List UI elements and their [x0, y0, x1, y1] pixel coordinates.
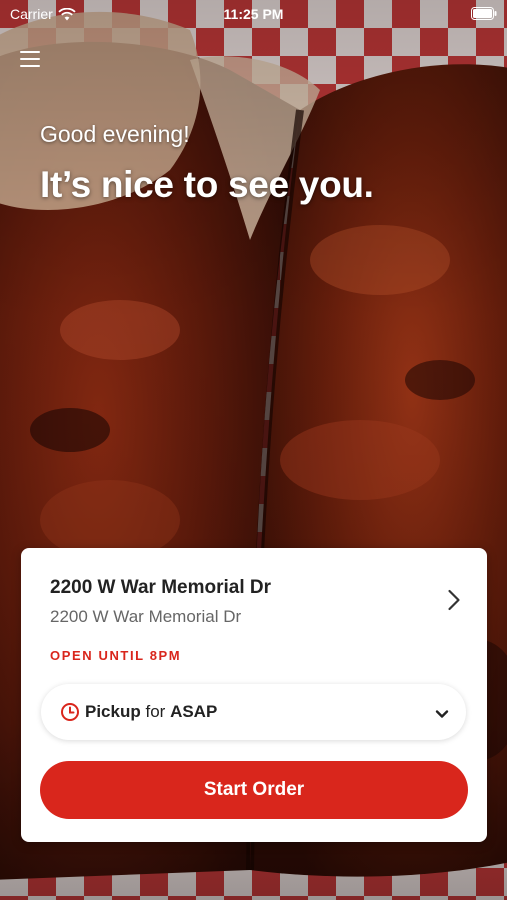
store-address: 2200 W War Memorial Dr: [50, 607, 242, 626]
order-mode-connector: for: [145, 702, 166, 721]
order-time-label: ASAP: [170, 702, 218, 721]
app-screen: Carrier 11:25 PM Good evening! It’s nice…: [0, 0, 507, 900]
status-time: 11:25 PM: [223, 6, 284, 22]
order-mode-label: Pickup: [85, 702, 141, 721]
welcome-headline: It’s nice to see you.: [40, 164, 374, 205]
order-mode-text: Pickup for ASAP: [85, 702, 217, 722]
battery-icon: [471, 7, 497, 20]
clock-icon: [60, 702, 80, 722]
store-hours-badge: OPEN UNTIL 8PM: [50, 648, 182, 663]
location-card: 2200 W War Memorial Dr 2200 W War Memori…: [21, 548, 487, 842]
hamburger-menu-icon[interactable]: [16, 46, 46, 72]
start-order-button[interactable]: Start Order: [40, 761, 468, 819]
greeting-text: Good evening!: [40, 121, 190, 147]
chevron-right-icon: [447, 589, 461, 611]
order-mode-dropdown[interactable]: Pickup for ASAP: [41, 684, 466, 740]
store-name: 2200 W War Memorial Dr: [50, 577, 272, 598]
chevron-down-icon: [435, 706, 449, 718]
status-bar: Carrier 11:25 PM: [0, 0, 507, 28]
store-selector[interactable]: 2200 W War Memorial Dr 2200 W War Memori…: [21, 548, 487, 628]
